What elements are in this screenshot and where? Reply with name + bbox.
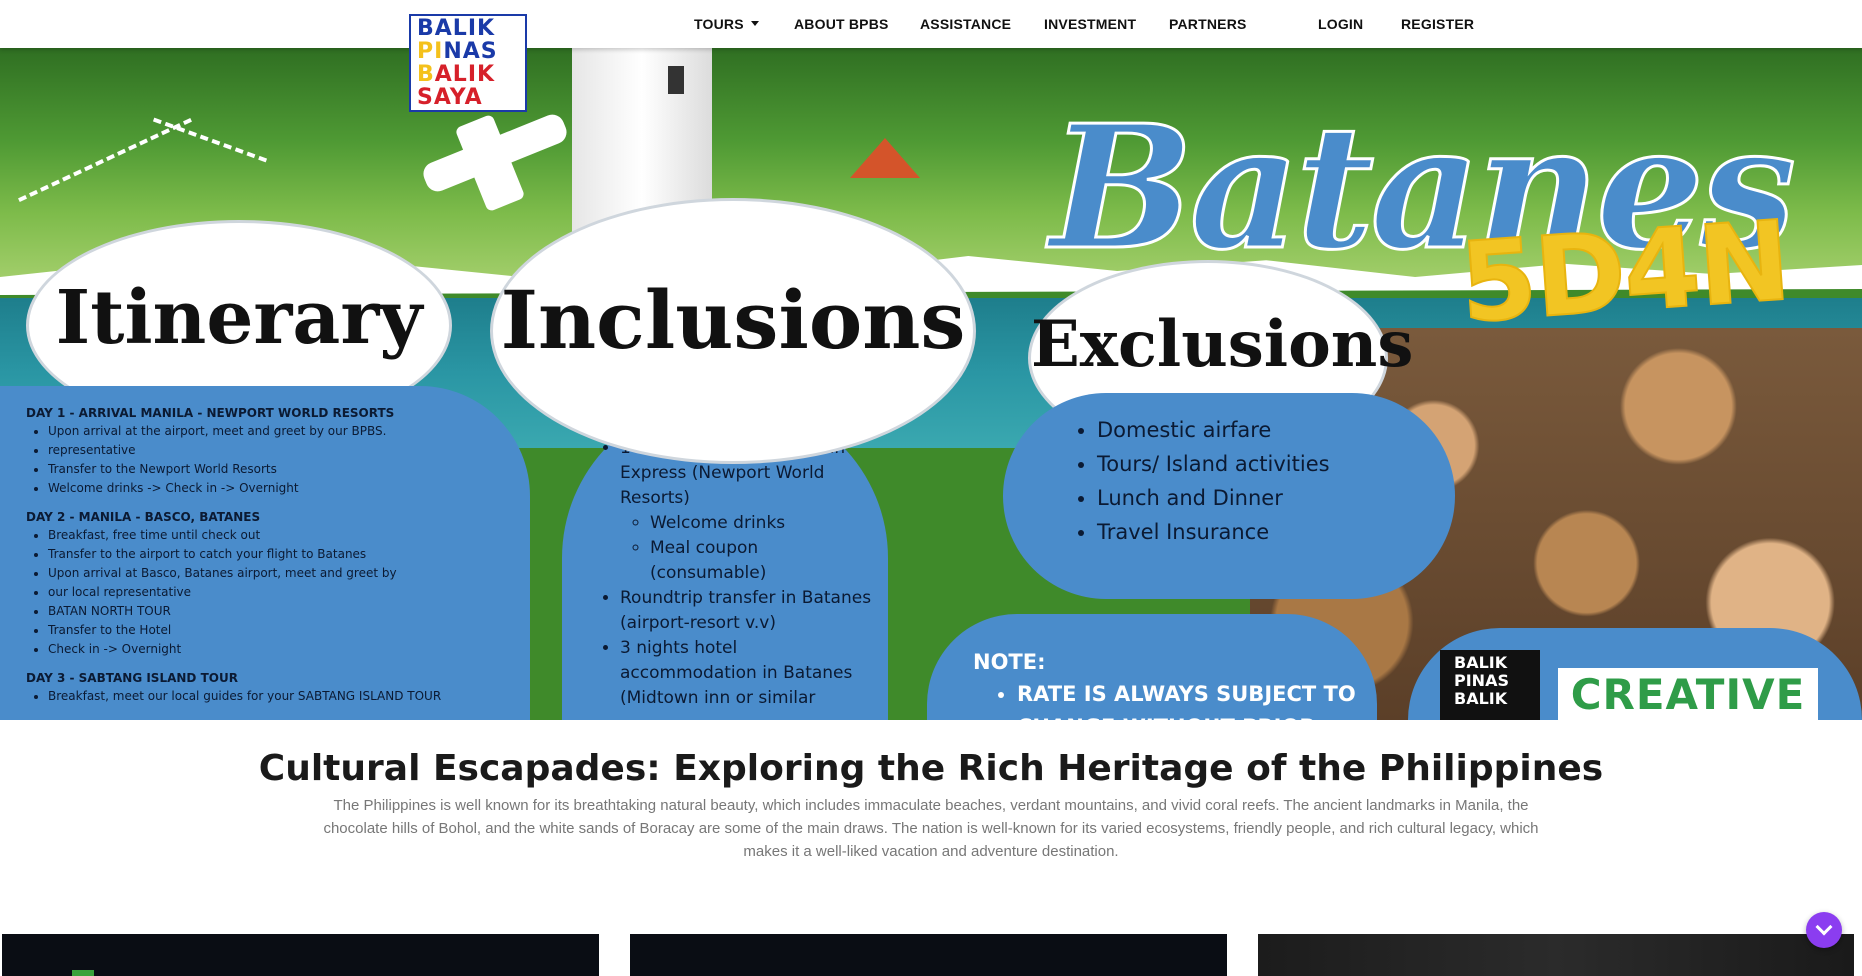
hero-banner: Batanes 5D4N Itinerary DAY 1 - ARRIVAL M…	[0, 48, 1862, 720]
partner-logo: BALIK PINAS BALIK	[1440, 650, 1540, 720]
list-item: Breakfast, free time until check out	[48, 526, 530, 545]
list-item: Welcome drinks -> Check in -> Overnight	[48, 479, 530, 498]
note-card: NOTE: RATE IS ALWAYS SUBJECT TO CHANGE W…	[927, 614, 1377, 720]
logo-line-2-b: I	[434, 39, 444, 64]
list-item: Transfer to the Newport World Resorts	[48, 460, 530, 479]
list-item: Tours/ Island activities	[1097, 447, 1455, 481]
list-item: Lunch and Dinner	[1097, 481, 1455, 515]
section-description: The Philippines is well known for its br…	[323, 797, 1539, 860]
itinerary-day-3: DAY 3 - SABTANG ISLAND TOUR	[26, 671, 238, 685]
logo-line-2: PINAS	[417, 41, 519, 64]
list-item: representative	[48, 441, 530, 460]
itinerary-heading: Itinerary	[55, 275, 423, 361]
gallery-card[interactable]	[630, 934, 1227, 976]
nav-partners[interactable]: PARTNERS	[1169, 16, 1247, 32]
logo-line-1: BALIK	[417, 16, 496, 41]
logo-line-3-a: B	[417, 62, 435, 87]
list-item: Transfer to the Hotel	[48, 621, 530, 640]
note-label: NOTE:	[973, 650, 1046, 674]
list-item: Travel Insurance	[1097, 515, 1455, 549]
list-item: Upon arrival at the airport, meet and gr…	[48, 422, 530, 441]
logo-line-2-a: P	[417, 39, 435, 64]
list-item: Check in -> Overnight	[48, 640, 530, 659]
list-item: Breakfast, meet our local guides for you…	[48, 687, 530, 706]
logo-line-3-b: ALIK	[434, 62, 496, 87]
hero-duration: 5D4N	[1455, 196, 1794, 349]
list-item: 3 nights hotel accommodation in Batanes …	[620, 636, 872, 711]
partner-logo-line: PINAS	[1454, 671, 1509, 690]
nav-assistance[interactable]: ASSISTANCE	[920, 16, 1011, 32]
list-item: our local representative	[48, 583, 530, 602]
nav-tours[interactable]: TOURS	[694, 16, 759, 32]
nav-investment[interactable]: INVESTMENT	[1044, 16, 1136, 32]
list-item: Roundtrip transfer in Batanes (airport-r…	[620, 586, 872, 636]
itinerary-card: DAY 1 - ARRIVAL MANILA - NEWPORT WORLD R…	[0, 386, 530, 720]
navbar: TOURS ABOUT BPBS ASSISTANCE INVESTMENT P…	[0, 0, 1862, 48]
site-logo[interactable]: BALIK PINAS BALIK SAYA	[409, 14, 527, 112]
nav-login[interactable]: LOGIN	[1318, 16, 1363, 32]
gallery-card[interactable]	[1258, 934, 1854, 976]
list-item: Domestic airfare	[1097, 413, 1455, 447]
section-title: Cultural Escapades: Exploring the Rich H…	[258, 748, 1604, 789]
logo-line-2-c: NAS	[443, 39, 498, 64]
nav-tours-label: TOURS	[694, 16, 744, 32]
gallery-card-accent	[72, 970, 94, 976]
itinerary-day-2: DAY 2 - MANILA - BASCO, BATANES	[26, 510, 261, 524]
itinerary-day-1: DAY 1 - ARRIVAL MANILA - NEWPORT WORLD R…	[26, 406, 395, 420]
partner-logo-line: BALIK	[1454, 689, 1508, 708]
partner-logo-line: BALIK	[1454, 653, 1508, 672]
scroll-down-button[interactable]	[1806, 912, 1842, 948]
logo-line-3: BALIK	[417, 64, 519, 87]
inclusions-oval: Inclusions	[490, 198, 976, 464]
list-item: Transfer to the airport to catch your fl…	[48, 545, 530, 564]
nav-about[interactable]: ABOUT BPBS	[794, 16, 889, 32]
exclusions-card: Domestic airfare Tours/ Island activitie…	[1003, 393, 1455, 599]
caret-down-icon	[750, 21, 759, 26]
list-item: Welcome drinks Meal coupon (consumable)	[620, 511, 872, 586]
list-item: BATAN NORTH TOUR	[48, 602, 530, 621]
note-text: RATE IS ALWAYS SUBJECT TO CHANGE WITHOUT…	[1017, 678, 1377, 720]
nav-register[interactable]: REGISTER	[1401, 16, 1474, 32]
list-item: Meal coupon (consumable)	[650, 536, 872, 586]
exclusions-heading: Exclusions	[1031, 307, 1414, 382]
creative-logo: CREATIVE	[1558, 668, 1818, 722]
chevron-down-icon	[1815, 918, 1833, 936]
list-item: Upon arrival at Basco, Batanes airport, …	[48, 564, 530, 583]
logo-line-4: SAYA	[417, 85, 483, 110]
list-item: Welcome drinks	[650, 511, 872, 536]
inclusions-heading: Inclusions	[500, 273, 966, 367]
